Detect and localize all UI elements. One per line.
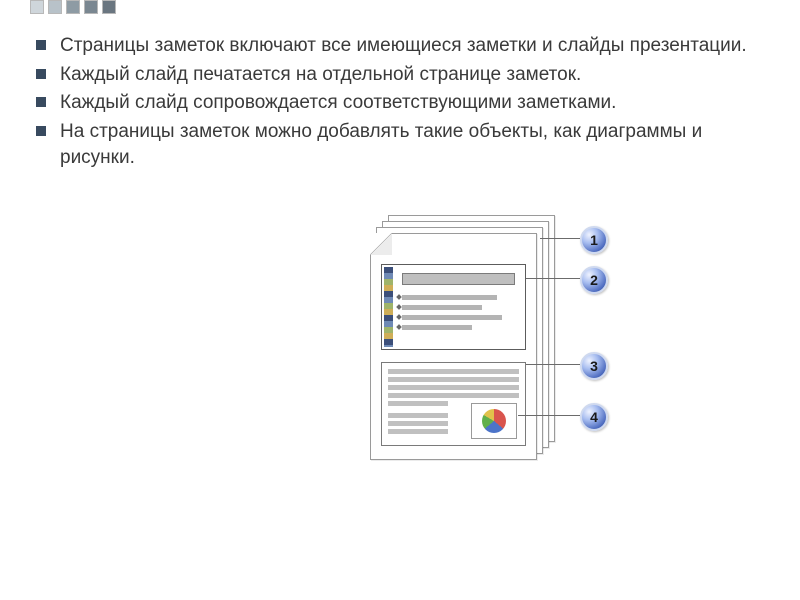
bullet-list: Страницы заметок включают все имеющиеся … (36, 33, 770, 170)
header-decor-squares (30, 0, 116, 14)
notes-placeholder (381, 362, 526, 446)
callout-line-icon (526, 364, 580, 365)
callout-line-icon (518, 415, 580, 416)
bullet-marker-icon (36, 69, 46, 79)
bullet-marker-icon (36, 126, 46, 136)
front-page-icon (370, 233, 537, 460)
bullet-text: Каждый слайд сопровождается соответствую… (60, 90, 770, 116)
bullet-item: Каждый слайд сопровождается соответствую… (36, 90, 770, 116)
callout-number: 1 (590, 232, 598, 248)
slide-title-placeholder-icon (402, 273, 515, 285)
main-content: Страницы заметок включают все имеющиеся … (36, 30, 770, 173)
callout-badge: 3 (580, 352, 608, 380)
notes-chart-object-icon (471, 403, 517, 439)
pie-chart-icon (482, 409, 506, 433)
callout-badge: 4 (580, 403, 608, 431)
slide-color-strip-icon (384, 267, 393, 347)
callout-line-icon (540, 238, 580, 239)
callout-badge: 2 (580, 266, 608, 294)
bullet-item: На страницы заметок можно добавлять таки… (36, 119, 770, 170)
callout-line-icon (526, 278, 580, 279)
bullet-item: Каждый слайд печатается на отдельной стр… (36, 62, 770, 88)
slide-thumbnail (381, 264, 526, 350)
callout-badge: 1 (580, 226, 608, 254)
notes-page-diagram: 1 2 3 4 (370, 215, 630, 475)
bullet-marker-icon (36, 40, 46, 50)
callout-number: 4 (590, 409, 598, 425)
callout-number: 3 (590, 358, 598, 374)
bullet-text: Страницы заметок включают все имеющиеся … (60, 33, 770, 59)
page-fold-icon (370, 233, 392, 255)
bullet-item: Страницы заметок включают все имеющиеся … (36, 33, 770, 59)
bullet-marker-icon (36, 97, 46, 107)
bullet-text: Каждый слайд печатается на отдельной стр… (60, 62, 770, 88)
callout-number: 2 (590, 272, 598, 288)
bullet-text: На страницы заметок можно добавлять таки… (60, 119, 770, 170)
